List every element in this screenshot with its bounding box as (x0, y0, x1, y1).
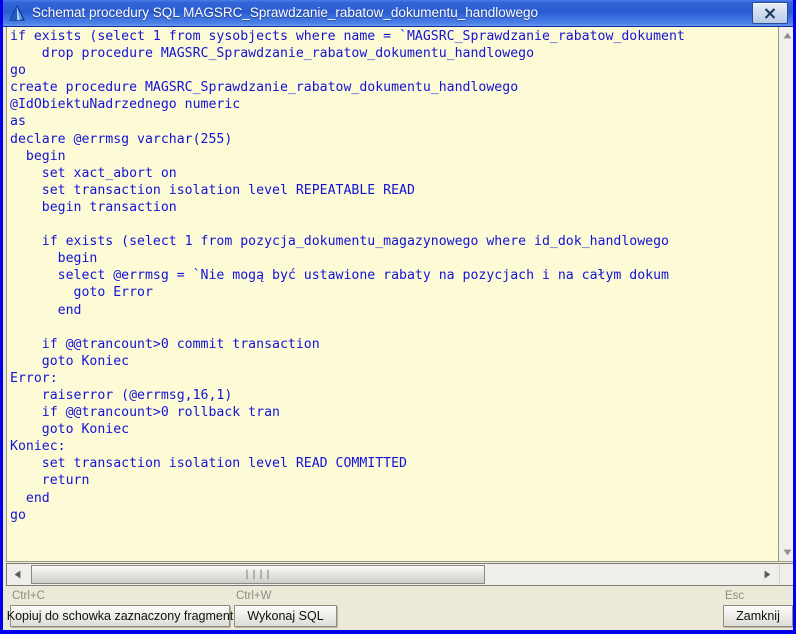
window-titlebar: Schemat procedury SQL MAGSRC_Sprawdzanie… (3, 0, 793, 27)
sql-schema-window: Schemat procedury SQL MAGSRC_Sprawdzanie… (0, 0, 796, 634)
scroll-down-arrow-icon[interactable] (779, 544, 793, 561)
horizontal-scrollbar[interactable]: |||| (6, 563, 793, 586)
scrollbar-corner (779, 564, 793, 585)
close-icon (764, 7, 776, 19)
shortcut-label-close: Esc (725, 590, 745, 602)
scrollbar-grip: |||| (243, 568, 273, 580)
execute-sql-button[interactable]: Wykonaj SQL (234, 605, 337, 627)
sql-code-text: if exists (select 1 from sysobjects wher… (10, 29, 685, 523)
shortcut-label-execute: Ctrl+W (236, 590, 272, 602)
pyramid-icon (9, 4, 25, 21)
close-button[interactable] (752, 2, 788, 24)
horizontal-scrollbar-thumb[interactable]: |||| (31, 565, 485, 584)
scroll-left-arrow-icon[interactable] (7, 564, 28, 585)
vertical-scrollbar[interactable] (778, 27, 793, 561)
scroll-right-arrow-icon[interactable] (757, 564, 778, 585)
close-dialog-button[interactable]: Zamknij (723, 605, 793, 627)
copy-selection-button[interactable]: Kopiuj do schowka zaznaczony fragment (7, 605, 233, 627)
window-title: Schemat procedury SQL MAGSRC_Sprawdzanie… (32, 5, 539, 20)
dialog-footer: Ctrl+C Kopiuj do schowka zaznaczony frag… (6, 589, 793, 627)
shortcut-label-copy: Ctrl+C (12, 590, 45, 602)
scroll-up-arrow-icon[interactable] (779, 27, 793, 44)
code-viewer[interactable]: if exists (select 1 from sysobjects wher… (6, 27, 793, 562)
